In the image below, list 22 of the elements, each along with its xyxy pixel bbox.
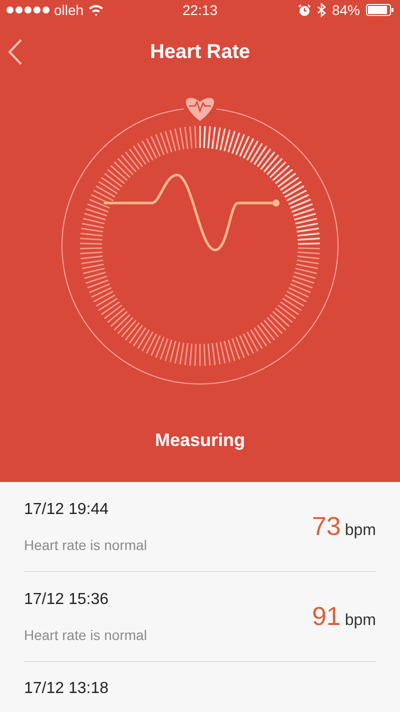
bpm-unit: bpm	[344, 612, 376, 630]
battery-icon	[366, 4, 394, 16]
record-note: Heart rate is normal	[24, 536, 147, 552]
record-time: 17/12 15:36	[24, 590, 110, 608]
wifi-icon	[88, 4, 104, 16]
status-time: 22:13	[182, 2, 218, 18]
record-time: 17/12 13:18	[24, 680, 109, 698]
carrier-name: olleh	[54, 2, 84, 18]
bpm-value: 73	[312, 511, 341, 542]
signal-icon	[6, 6, 50, 14]
bpm-unit: bpm	[344, 522, 376, 540]
battery-percent: 84%	[332, 2, 360, 18]
bpm-value: 91	[312, 601, 341, 632]
back-button[interactable]	[8, 38, 24, 66]
screen-title: Heart Rate	[150, 40, 250, 64]
record-time: 17/12 19:44	[24, 500, 110, 518]
record-note: Heart rate is normal	[24, 626, 147, 642]
measuring-label: Measuring	[154, 430, 246, 450]
heart-icon	[186, 98, 214, 121]
alarm-icon	[298, 4, 311, 16]
bluetooth-icon	[316, 3, 326, 17]
back-icon	[8, 39, 22, 65]
